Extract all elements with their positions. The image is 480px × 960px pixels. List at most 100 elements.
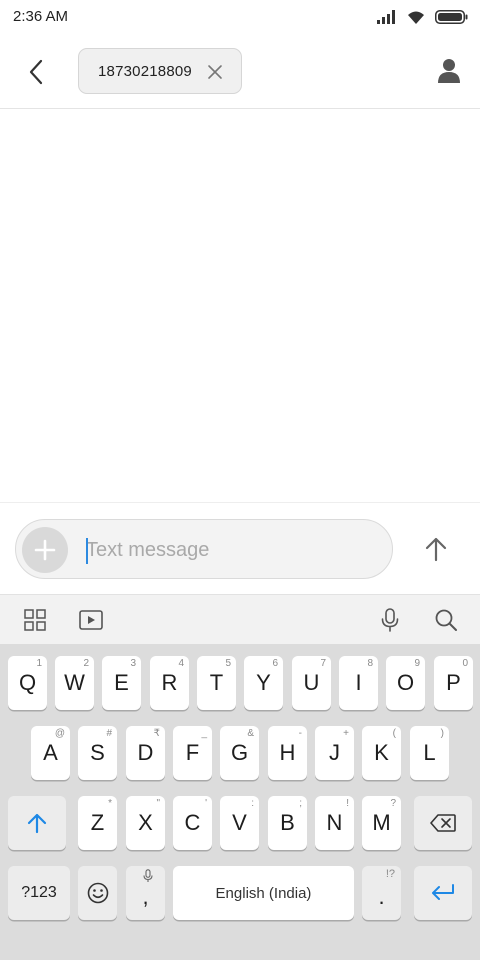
conversation-header: 18730218809	[0, 34, 480, 109]
status-bar: 2:36 AM	[0, 0, 480, 34]
shift-key[interactable]	[8, 796, 66, 850]
key-hint: *	[108, 798, 112, 809]
period-key[interactable]: . !?	[362, 866, 401, 920]
keyboard-toolbar	[0, 594, 480, 644]
key-label: T	[209, 670, 224, 695]
close-icon[interactable]	[207, 64, 223, 80]
apps-grid-button[interactable]	[21, 606, 49, 634]
key-x[interactable]: X "	[126, 796, 165, 850]
key-label: R	[161, 670, 178, 695]
key-hint: 2	[83, 658, 89, 669]
space-label: English (India)	[215, 884, 312, 902]
key-o[interactable]: O9	[386, 656, 425, 710]
emoji-icon	[87, 882, 108, 904]
key-label: P	[446, 670, 461, 695]
key-label: H	[279, 740, 296, 765]
key-t[interactable]: T5	[197, 656, 236, 710]
key-k[interactable]: K(	[362, 726, 401, 780]
key-hint: :	[251, 798, 254, 809]
key-label: F	[185, 740, 200, 765]
key-e[interactable]: E3	[102, 656, 141, 710]
backspace-icon	[430, 814, 456, 832]
key-hint: )	[440, 728, 444, 739]
key-hint: 3	[130, 658, 136, 669]
key-hint: ;	[299, 798, 302, 809]
key-h[interactable]: H-	[268, 726, 307, 780]
enter-key[interactable]	[414, 866, 472, 920]
symbols-label: ?123	[21, 884, 57, 901]
arrow-up-icon	[425, 537, 447, 562]
key-label: U	[303, 670, 320, 695]
key-label: N	[326, 810, 343, 835]
key-z[interactable]: Z *	[78, 796, 117, 850]
enter-icon	[432, 884, 454, 900]
key-g[interactable]: G &	[220, 726, 259, 780]
key-p[interactable]: P0	[434, 656, 473, 710]
key-w[interactable]: W2	[55, 656, 94, 710]
stickers-button[interactable]	[77, 606, 105, 634]
key-label: W	[64, 670, 85, 695]
key-d[interactable]: D ₹	[126, 726, 165, 780]
key-i[interactable]: I8	[339, 656, 378, 710]
key-label: S	[90, 740, 105, 765]
key-u[interactable]: U7	[292, 656, 331, 710]
key-label: E	[114, 670, 129, 695]
key-f[interactable]: F _	[173, 726, 212, 780]
emoji-key[interactable]	[78, 866, 117, 920]
key-v[interactable]: V:	[220, 796, 259, 850]
key-b[interactable]: B;	[268, 796, 307, 850]
key-y[interactable]: Y6	[244, 656, 283, 710]
grid-icon	[24, 609, 46, 631]
wifi-icon	[408, 11, 424, 24]
keyboard-search-button[interactable]	[432, 606, 460, 634]
key-label: K	[374, 740, 389, 765]
key-label: Q	[18, 670, 37, 695]
key-hint: ₹	[153, 728, 160, 739]
key-label: A	[43, 740, 58, 765]
message-list	[0, 110, 480, 502]
key-hint: 1	[36, 658, 42, 669]
key-hint: @	[54, 728, 65, 739]
key-m[interactable]: M?	[362, 796, 401, 850]
key-n[interactable]: N!	[315, 796, 354, 850]
key-s[interactable]: S #	[78, 726, 117, 780]
key-hint: (	[392, 728, 396, 739]
compose-field	[15, 519, 393, 579]
symbols-key[interactable]: ?123	[8, 866, 70, 920]
back-button[interactable]	[18, 54, 54, 90]
signal-icon	[377, 10, 395, 24]
key-hint: !	[346, 798, 349, 809]
space-key[interactable]: English (India)	[173, 866, 354, 920]
key-label: J	[329, 740, 340, 765]
key-label: M	[372, 810, 391, 835]
voice-input-button[interactable]	[376, 606, 404, 634]
message-input[interactable]	[86, 536, 376, 564]
shift-arrow-icon	[27, 813, 47, 834]
key-label: X	[138, 810, 153, 835]
key-c[interactable]: C '	[173, 796, 212, 850]
chevron-left-icon	[29, 59, 43, 85]
key-a[interactable]: A @	[31, 726, 70, 780]
key-l[interactable]: L)	[410, 726, 449, 780]
send-button[interactable]	[416, 529, 456, 569]
key-label: D	[137, 740, 154, 765]
comma-key[interactable]: ,	[126, 866, 165, 920]
period-label: .	[378, 884, 385, 909]
key-hint: -	[298, 728, 302, 739]
add-attachment-button[interactable]	[22, 527, 68, 573]
battery-icon	[435, 10, 468, 24]
microphone-icon	[381, 608, 399, 632]
key-hint: "	[156, 798, 160, 809]
recipient-chip[interactable]: 18730218809	[78, 48, 242, 94]
key-j[interactable]: J +	[315, 726, 354, 780]
contact-button[interactable]	[434, 56, 464, 86]
key-label: I	[355, 670, 362, 695]
key-label: O	[396, 670, 415, 695]
text-cursor	[86, 538, 88, 564]
key-hint: 8	[367, 658, 373, 669]
search-icon	[435, 609, 457, 631]
key-r[interactable]: R4	[150, 656, 189, 710]
backspace-key[interactable]	[414, 796, 472, 850]
key-hint: 6	[272, 658, 278, 669]
key-q[interactable]: Q1	[8, 656, 47, 710]
